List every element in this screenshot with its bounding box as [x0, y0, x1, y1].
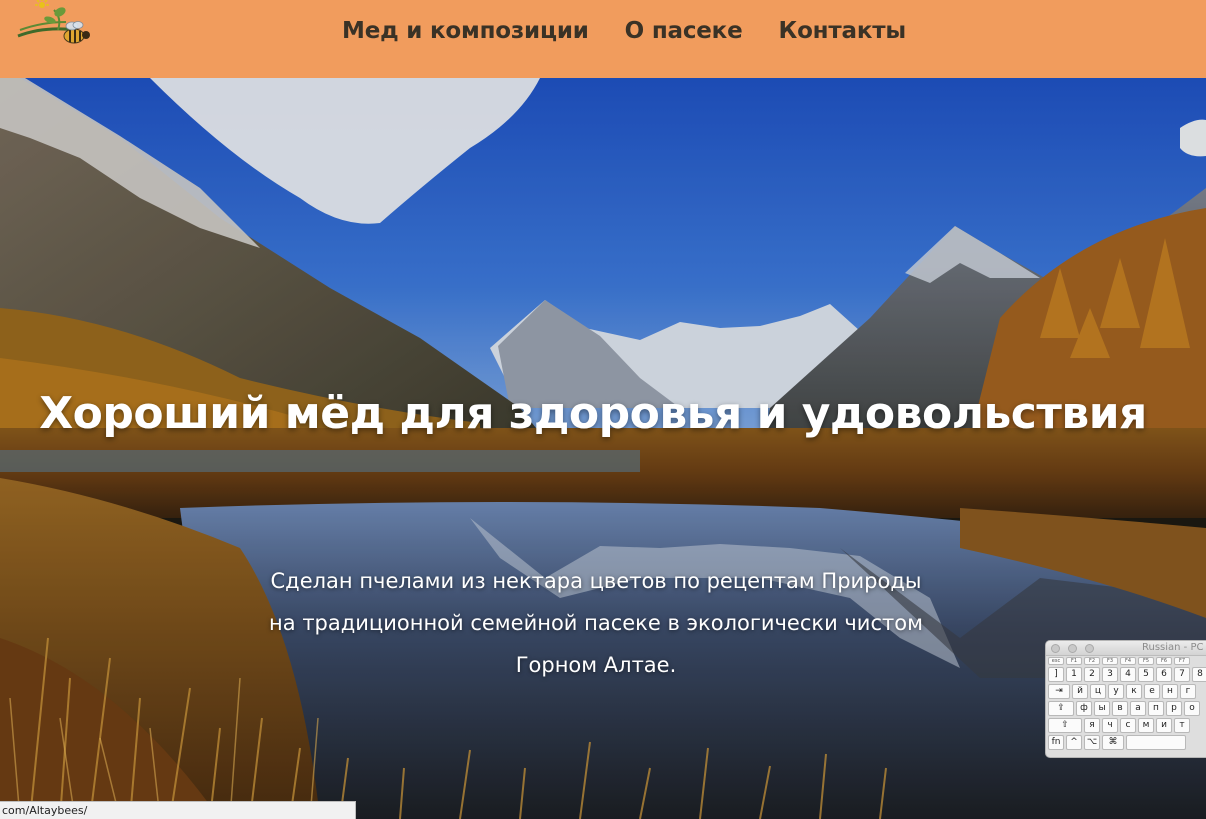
keyboard-key[interactable]: р [1166, 701, 1182, 716]
shift-key[interactable]: ⇧ [1048, 718, 1082, 733]
keyboard-key[interactable]: esc [1048, 657, 1064, 665]
keyboard-key[interactable]: я [1084, 718, 1100, 733]
keyboard-key[interactable]: F4 [1120, 657, 1136, 665]
keyboard-key[interactable]: 3 [1102, 667, 1118, 682]
keyboard-key[interactable]: 8 [1192, 667, 1206, 682]
keyboard-key[interactable]: м [1138, 718, 1154, 733]
tab-key[interactable]: ⇥ [1048, 684, 1070, 699]
bee-logo-icon[interactable] [14, 0, 98, 48]
keyboard-top-row: ⇥ й ц у к е н г [1046, 683, 1206, 700]
subtitle-line: Горном Алтае. [515, 653, 677, 677]
keyboard-modifier-row: fn ^ ⌥ ⌘ [1046, 734, 1206, 751]
keyboard-key[interactable]: 6 [1156, 667, 1172, 682]
keyboard-key[interactable]: т [1174, 718, 1190, 733]
keyboard-key[interactable]: ц [1090, 684, 1106, 699]
keyboard-key[interactable]: в [1112, 701, 1128, 716]
keyboard-key[interactable]: ф [1076, 701, 1092, 716]
subtitle-line: на традиционной семейной пасеке в эколог… [269, 611, 923, 635]
keyboard-key[interactable]: 7 [1174, 667, 1190, 682]
status-url-bar: com/Altaybees/ [0, 801, 356, 819]
hero-headline: Хороший мёд для здоровья и удовольствия [39, 388, 1147, 439]
keyboard-key[interactable]: н [1162, 684, 1178, 699]
caps-lock-key[interactable]: ⇪ [1048, 701, 1074, 716]
keyboard-key[interactable]: F2 [1084, 657, 1100, 665]
keyboard-key[interactable]: F3 [1102, 657, 1118, 665]
keyboard-key[interactable]: F7 [1174, 657, 1190, 665]
space-key[interactable] [1126, 735, 1186, 750]
nav-honey-link[interactable]: Мед и композиции [342, 18, 589, 44]
hero-section: Хороший мёд для здоровья и удовольствия … [0, 78, 1206, 819]
keyboard-key[interactable]: F1 [1066, 657, 1082, 665]
keyboard-viewer-title: Russian - PC [1142, 642, 1204, 653]
keyboard-bottom-row: ⇧ я ч с м и т [1046, 717, 1206, 734]
keyboard-key[interactable]: о [1184, 701, 1200, 716]
keyboard-key[interactable]: а [1130, 701, 1146, 716]
keyboard-key[interactable]: 5 [1138, 667, 1154, 682]
keyboard-key[interactable]: г [1180, 684, 1196, 699]
keyboard-key[interactable]: и [1156, 718, 1172, 733]
keyboard-key[interactable]: ] [1048, 667, 1064, 682]
main-nav: Мед и композиции О пасеке Контакты [342, 18, 906, 44]
command-key[interactable]: ⌘ [1102, 735, 1124, 750]
keyboard-key[interactable]: ч [1102, 718, 1118, 733]
keyboard-key[interactable]: п [1148, 701, 1164, 716]
subtitle-line: Сделан пчелами из нектара цветов по реце… [270, 569, 922, 593]
minimize-window-icon[interactable] [1068, 644, 1077, 653]
keyboard-viewer-window[interactable]: Russian - PC esc F1 F2 F3 F4 F5 F6 F7 ] … [1045, 640, 1206, 758]
hero-background-image [0, 78, 1206, 819]
nav-contacts-link[interactable]: Контакты [778, 18, 906, 44]
keyboard-key[interactable]: ы [1094, 701, 1110, 716]
hero-subtitle: Сделан пчелами из нектара цветов по реце… [236, 560, 956, 686]
fn-key[interactable]: fn [1048, 735, 1064, 750]
keyboard-key[interactable]: й [1072, 684, 1088, 699]
site-header: Мед и композиции О пасеке Контакты [0, 0, 1206, 78]
keyboard-key[interactable]: 2 [1084, 667, 1100, 682]
option-key[interactable]: ⌥ [1084, 735, 1100, 750]
keyboard-key[interactable]: с [1120, 718, 1136, 733]
keyboard-key[interactable]: 4 [1120, 667, 1136, 682]
keyboard-key[interactable]: F5 [1138, 657, 1154, 665]
keyboard-key[interactable]: к [1126, 684, 1142, 699]
keyboard-key[interactable]: 1 [1066, 667, 1082, 682]
keyboard-key[interactable]: е [1144, 684, 1160, 699]
keyboard-number-row: ] 1 2 3 4 5 6 7 8 [1046, 666, 1206, 683]
nav-apiary-link[interactable]: О пасеке [625, 18, 743, 44]
keyboard-key[interactable]: у [1108, 684, 1124, 699]
control-key[interactable]: ^ [1066, 735, 1082, 750]
zoom-window-icon[interactable] [1085, 644, 1094, 653]
close-window-icon[interactable] [1051, 644, 1060, 653]
keyboard-viewer-titlebar[interactable]: Russian - PC [1046, 641, 1206, 656]
keyboard-key[interactable]: F6 [1156, 657, 1172, 665]
keyboard-fn-row: esc F1 F2 F3 F4 F5 F6 F7 [1046, 656, 1206, 666]
keyboard-home-row: ⇪ ф ы в а п р о [1046, 700, 1206, 717]
